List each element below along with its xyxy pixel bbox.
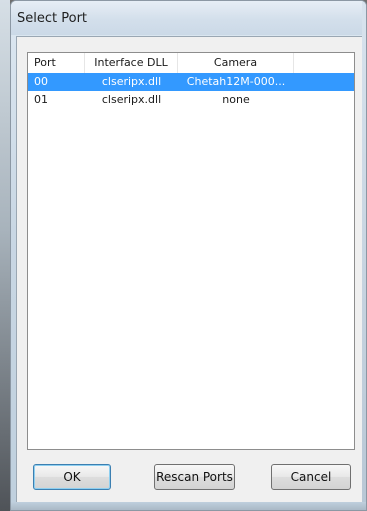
camera-cell: Chetah12M-000... bbox=[186, 75, 286, 88]
port-list[interactable]: Port Interface DLL Camera 00 clseripx.dl… bbox=[27, 52, 355, 450]
interface-dll-cell: clseripx.dll bbox=[101, 93, 162, 106]
column-header-interface-dll[interactable]: Interface DLL bbox=[85, 53, 178, 73]
column-header-camera[interactable]: Camera bbox=[178, 53, 294, 73]
dialog-right-frame bbox=[362, 1, 366, 510]
select-port-dialog: Select Port Port Interface DLL Camera 00… bbox=[10, 0, 367, 511]
port-cell: 01 bbox=[34, 93, 48, 106]
dialog-client-area: Port Interface DLL Camera 00 clseripx.dl… bbox=[16, 36, 363, 504]
rescan-ports-button[interactable]: Rescan Ports bbox=[154, 464, 235, 490]
desktop-background-strip bbox=[0, 0, 10, 511]
port-row-01[interactable]: 01 clseripx.dll none bbox=[28, 91, 354, 109]
dialog-bottom-frame bbox=[11, 502, 366, 510]
cancel-button[interactable]: Cancel bbox=[271, 464, 351, 490]
port-cell: 00 bbox=[34, 75, 48, 88]
port-row-00[interactable]: 00 clseripx.dll Chetah12M-000... bbox=[28, 73, 354, 91]
port-list-header: Port Interface DLL Camera bbox=[28, 53, 354, 74]
ok-button[interactable]: OK bbox=[33, 464, 111, 490]
screenshot-page: Select Port Port Interface DLL Camera 00… bbox=[0, 0, 367, 511]
dialog-title: Select Port bbox=[17, 11, 88, 26]
dialog-titlebar[interactable]: Select Port bbox=[11, 1, 366, 35]
column-header-port[interactable]: Port bbox=[28, 53, 85, 73]
camera-cell: none bbox=[222, 93, 250, 106]
column-header-filler bbox=[294, 53, 354, 73]
interface-dll-cell: clseripx.dll bbox=[101, 75, 162, 88]
